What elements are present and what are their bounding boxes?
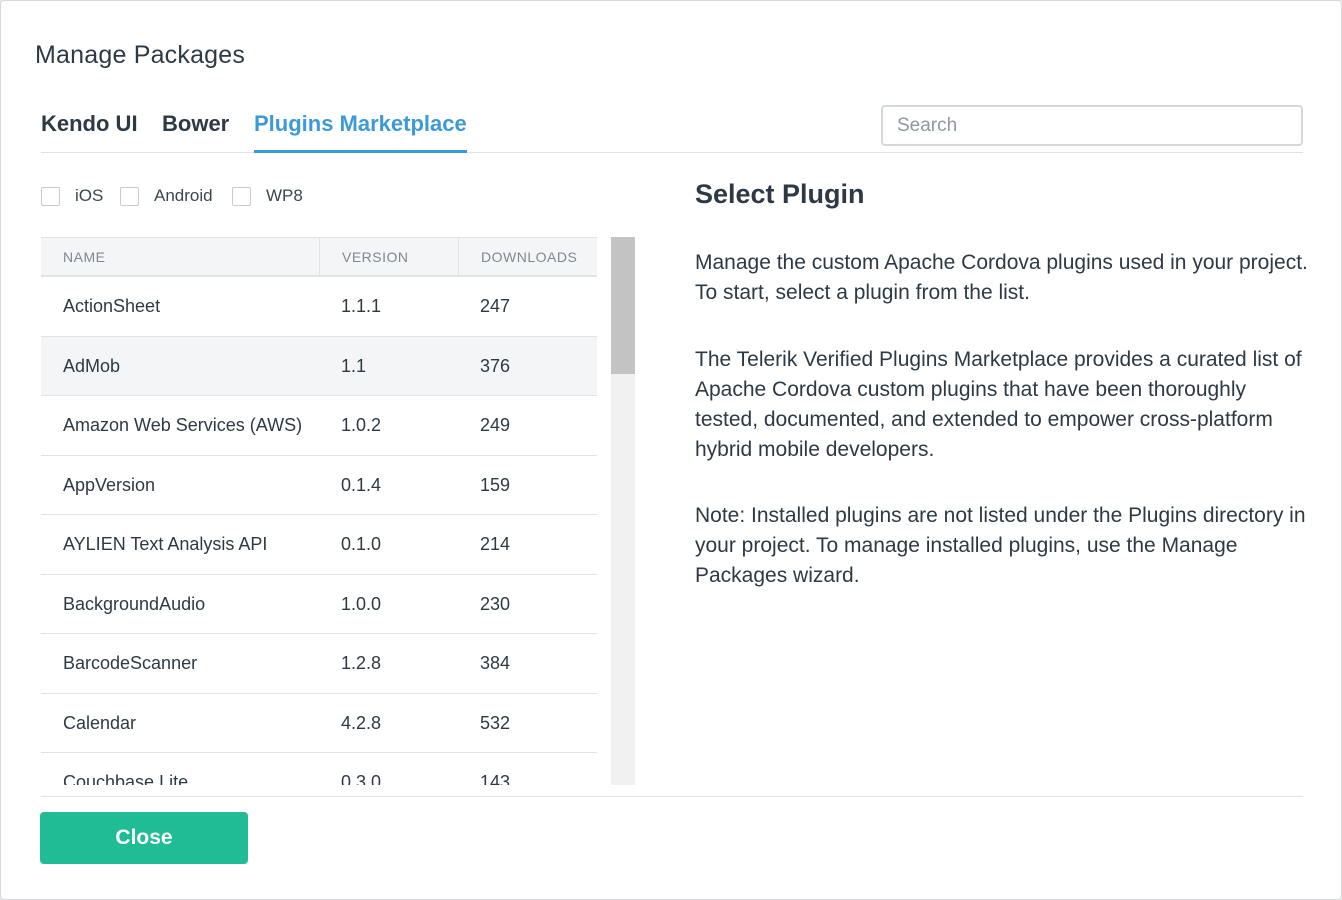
plugin-downloads: 249 [480, 415, 511, 435]
plugin-name: BarcodeScanner [63, 653, 198, 673]
plugin-name: AdMob [63, 355, 121, 376]
plugin-downloads: 247 [480, 296, 511, 316]
ios-checkbox[interactable] [41, 187, 60, 206]
column-header-downloads[interactable]: DOWNLOADS [458, 238, 597, 276]
table-row[interactable]: Couchbase Lite 0.3.0 143 [41, 753, 597, 785]
plugin-version: 0.1.0 [341, 534, 382, 554]
table-header: NAME VERSION DOWNLOADS [41, 237, 597, 277]
info-paragraph-note: Note: Installed plugins are not listed u… [695, 504, 1306, 587]
tab-kendo-ui[interactable]: Kendo UI [41, 109, 138, 153]
plugin-version: 4.2.8 [341, 712, 382, 733]
plugins-table-container: NAME VERSION DOWNLOADS ActionSheet 1.1.1… [41, 237, 635, 785]
column-header-name[interactable]: NAME [41, 238, 319, 276]
plugin-version: 1.1 [341, 355, 367, 376]
plugin-downloads: 532 [480, 712, 511, 733]
table-body: ActionSheet 1.1.1 247 AdMob 1.1 376 Amaz… [41, 277, 597, 785]
plugin-version: 1.1.1 [341, 296, 382, 316]
plugin-downloads: 143 [480, 772, 511, 785]
column-header-version[interactable]: VERSION [319, 238, 458, 276]
tab-plugins-marketplace[interactable]: Plugins Marketplace [254, 109, 467, 153]
plugin-version: 0.3.0 [341, 772, 382, 785]
table-row[interactable]: BackgroundAudio 1.0.0 230 [41, 574, 597, 634]
search-input[interactable] [881, 105, 1303, 146]
filter-wp8-label: WP8 [266, 186, 303, 205]
close-button[interactable]: Close [40, 812, 248, 864]
table-row[interactable]: BarcodeScanner 1.2.8 384 [41, 634, 597, 694]
plugin-downloads: 384 [480, 653, 511, 673]
table-scrollbar[interactable] [611, 237, 635, 785]
footer-divider [41, 796, 1303, 797]
dialog-title: Manage Packages [35, 41, 246, 69]
plugins-table: NAME VERSION DOWNLOADS ActionSheet 1.1.1… [41, 237, 597, 785]
wp8-checkbox[interactable] [232, 187, 251, 206]
plugin-downloads: 159 [480, 474, 511, 495]
info-paragraph-intro: Manage the custom Apache Cordova plugins… [695, 251, 1308, 304]
table-row[interactable]: AdMob 1.1 376 [41, 336, 597, 396]
plugin-downloads: 230 [480, 593, 511, 614]
filter-ios-label: iOS [75, 186, 104, 205]
table-row[interactable]: ActionSheet 1.1.1 247 [41, 277, 597, 337]
table-row[interactable]: AYLIEN Text Analysis API 0.1.0 214 [41, 515, 597, 575]
info-title: Select Plugin [695, 179, 865, 209]
plugin-name: AppVersion [63, 474, 156, 495]
table-row[interactable]: Amazon Web Services (AWS) 1.0.2 249 [41, 396, 597, 456]
plugin-name: BackgroundAudio [63, 593, 206, 614]
android-checkbox[interactable] [120, 187, 139, 206]
plugin-version: 1.0.0 [341, 593, 382, 614]
manage-packages-dialog: Manage Packages Kendo UI Bower Plugins M… [0, 0, 1342, 900]
plugin-version: 1.0.2 [341, 415, 382, 435]
plugin-downloads: 376 [480, 355, 511, 376]
plugin-name: ActionSheet [63, 296, 161, 316]
plugin-name: AYLIEN Text Analysis API [63, 534, 268, 554]
table-row[interactable]: AppVersion 0.1.4 159 [41, 455, 597, 515]
plugin-downloads: 214 [480, 534, 511, 554]
plugin-version: 0.1.4 [341, 474, 382, 495]
plugin-name: Calendar [63, 712, 137, 733]
info-paragraph-marketplace: The Telerik Verified Plugins Marketplace… [695, 348, 1302, 461]
plugin-version: 1.2.8 [341, 653, 382, 673]
scrollbar-thumb[interactable] [611, 237, 635, 374]
filter-android-label: Android [154, 186, 213, 205]
plugin-name: Couchbase Lite [63, 772, 189, 785]
table-row[interactable]: Calendar 4.2.8 532 [41, 693, 597, 753]
plugin-name: Amazon Web Services (AWS) [63, 415, 303, 435]
tab-bower[interactable]: Bower [162, 109, 229, 153]
